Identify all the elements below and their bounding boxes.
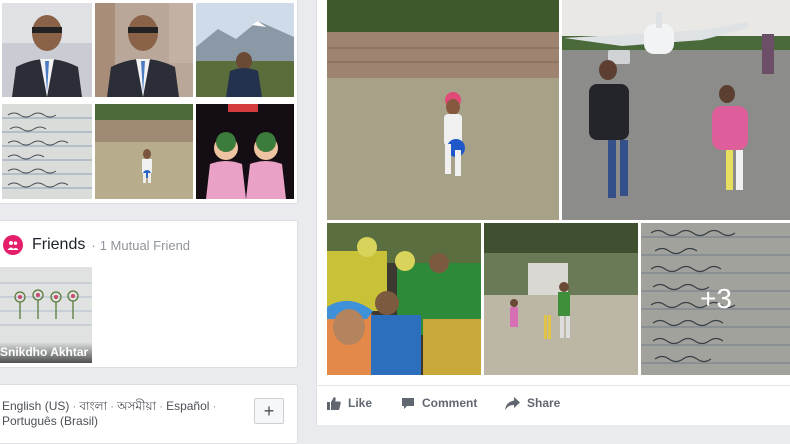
comment-label: Comment xyxy=(422,396,478,410)
language-link[interactable]: English (US) xyxy=(2,399,69,413)
add-language-button[interactable]: + xyxy=(254,398,284,424)
separator: · xyxy=(110,399,115,413)
language-link[interactable]: অসমীয়া xyxy=(117,399,156,413)
share-label: Share xyxy=(527,396,561,410)
thumbs-up-icon xyxy=(327,397,341,410)
photos-card xyxy=(0,0,298,204)
language-link[interactable]: Português (Brasil) xyxy=(2,414,98,428)
separator: · xyxy=(212,399,217,413)
photo-tile[interactable] xyxy=(2,104,92,199)
friends-title[interactable]: Friends xyxy=(32,236,85,254)
separator: · xyxy=(91,237,96,253)
photo-tile[interactable] xyxy=(95,3,193,97)
more-photos-count[interactable]: +3 xyxy=(641,223,790,375)
separator: · xyxy=(159,399,164,413)
share-arrow-icon xyxy=(505,396,520,410)
post-photo[interactable] xyxy=(562,0,790,220)
post-action-bar: Like Comment Share xyxy=(317,385,790,426)
post-card: +3 Like Comment Share xyxy=(316,0,790,425)
post-photo[interactable] xyxy=(484,223,638,375)
post-photo[interactable] xyxy=(327,223,481,375)
comment-bubble-icon xyxy=(402,397,414,409)
people-icon xyxy=(3,235,23,255)
comment-button[interactable]: Comment xyxy=(401,396,477,410)
like-label: Like xyxy=(348,396,373,410)
friends-card: Friends · 1 Mutual Friend Snikdho Akhtar xyxy=(0,220,298,368)
share-button[interactable]: Share xyxy=(505,396,560,410)
language-link[interactable]: বাংলা xyxy=(79,399,107,413)
separator: · xyxy=(72,399,77,413)
language-list-line2: Português (Brasil) xyxy=(2,414,98,428)
friend-tile[interactable]: Snikdho Akhtar xyxy=(0,267,92,363)
friends-header: Friends · 1 Mutual Friend xyxy=(3,235,190,255)
photo-tile[interactable] xyxy=(196,3,294,97)
photo-tile[interactable] xyxy=(95,104,193,199)
like-button[interactable]: Like xyxy=(327,396,372,410)
friend-name[interactable]: Snikdho Akhtar xyxy=(0,342,92,363)
language-link[interactable]: Español xyxy=(166,399,209,413)
post-photo[interactable] xyxy=(327,0,559,220)
mutual-friends-count[interactable]: 1 Mutual Friend xyxy=(100,238,190,253)
left-column: Friends · 1 Mutual Friend Snikdho Akhtar… xyxy=(0,0,314,444)
photo-tile[interactable] xyxy=(196,104,294,199)
post-photo-more[interactable]: +3 xyxy=(641,223,790,375)
languages-card: English (US) · বাংলা · অসমীয়া · Español · Port… xyxy=(0,384,298,444)
photo-tile[interactable] xyxy=(2,3,92,97)
